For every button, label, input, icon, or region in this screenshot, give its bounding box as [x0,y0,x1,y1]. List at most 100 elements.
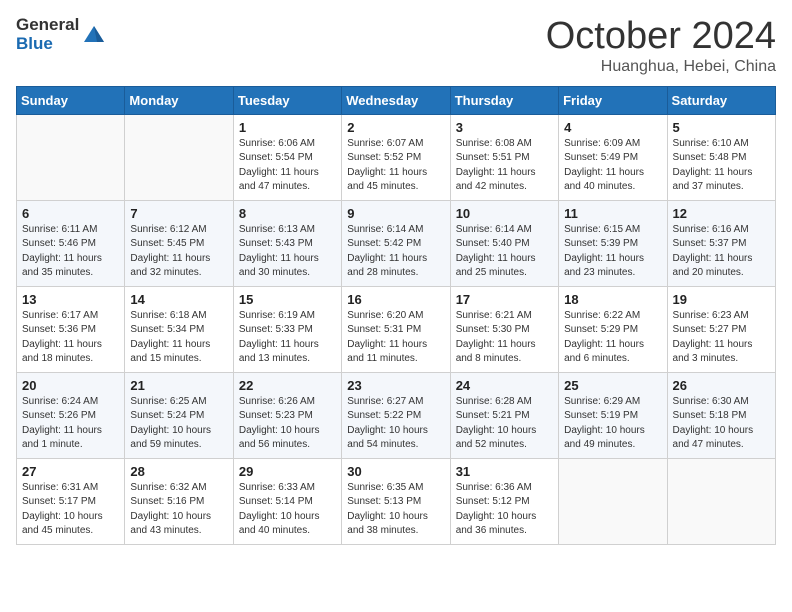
day-number: 8 [239,206,336,221]
logo-icon [83,24,105,46]
calendar-cell: 7 Sunrise: 6:12 AMSunset: 5:45 PMDaylight… [125,200,233,286]
calendar-cell: 8 Sunrise: 6:13 AMSunset: 5:43 PMDaylight… [233,200,341,286]
calendar-cell: 30 Sunrise: 6:35 AMSunset: 5:13 PMDayligh… [342,458,450,544]
calendar-cell: 22 Sunrise: 6:26 AMSunset: 5:23 PMDayligh… [233,372,341,458]
day-info: Sunrise: 6:09 AMSunset: 5:49 PMDaylight:… [564,137,661,195]
title-block: October 2024 Huanghua, Hebei, China [546,16,776,76]
day-info: Sunrise: 6:33 AMSunset: 5:14 PMDaylight:… [239,481,336,539]
calendar-week-row: 1 Sunrise: 6:06 AMSunset: 5:54 PMDaylight… [17,114,776,200]
day-info: Sunrise: 6:26 AMSunset: 5:23 PMDaylight:… [239,395,336,453]
calendar-cell: 9 Sunrise: 6:14 AMSunset: 5:42 PMDaylight… [342,200,450,286]
calendar-cell: 4Sunrise: 6:09 AMSunset: 5:49 PMDaylight… [559,114,667,200]
day-info: Sunrise: 6:14 AMSunset: 5:40 PMDaylight:… [456,223,553,281]
calendar-cell: 18Sunrise: 6:22 AMSunset: 5:29 PMDayligh… [559,286,667,372]
day-info: Sunrise: 6:06 AMSunset: 5:54 PMDaylight:… [239,137,336,195]
calendar-cell: 1 Sunrise: 6:06 AMSunset: 5:54 PMDaylight… [233,114,341,200]
calendar-cell: 14Sunrise: 6:18 AMSunset: 5:34 PMDayligh… [125,286,233,372]
calendar-cell: 31 Sunrise: 6:36 AMSunset: 5:12 PMDayligh… [450,458,558,544]
day-number: 1 [239,120,336,135]
day-number: 21 [130,378,227,393]
day-info: Sunrise: 6:31 AMSunset: 5:17 PMDaylight:… [22,481,119,539]
day-info: Sunrise: 6:17 AMSunset: 5:36 PMDaylight:… [22,309,119,367]
day-info: Sunrise: 6:30 AMSunset: 5:18 PMDaylight:… [673,395,770,453]
day-number: 23 [347,378,444,393]
day-number: 18 [564,292,661,307]
calendar-cell [125,114,233,200]
calendar-cell: 29 Sunrise: 6:33 AMSunset: 5:14 PMDayligh… [233,458,341,544]
location: Huanghua, Hebei, China [546,58,776,76]
day-info: Sunrise: 6:20 AMSunset: 5:31 PMDaylight:… [347,309,444,367]
calendar-cell: 6 Sunrise: 6:11 AMSunset: 5:46 PMDaylight… [17,200,125,286]
calendar-cell: 24Sunrise: 6:28 AMSunset: 5:21 PMDayligh… [450,372,558,458]
day-info: Sunrise: 6:13 AMSunset: 5:43 PMDaylight:… [239,223,336,281]
day-number: 3 [456,120,553,135]
day-number: 10 [456,206,553,221]
calendar-cell [667,458,775,544]
day-number: 25 [564,378,661,393]
day-number: 13 [22,292,119,307]
calendar-cell: 26 Sunrise: 6:30 AMSunset: 5:18 PMDayligh… [667,372,775,458]
calendar-cell: 20 Sunrise: 6:24 AMSunset: 5:26 PMDayligh… [17,372,125,458]
day-info: Sunrise: 6:21 AMSunset: 5:30 PMDaylight:… [456,309,553,367]
day-info: Sunrise: 6:35 AMSunset: 5:13 PMDaylight:… [347,481,444,539]
day-info: Sunrise: 6:23 AMSunset: 5:27 PMDaylight:… [673,309,770,367]
calendar-cell: 21Sunrise: 6:25 AMSunset: 5:24 PMDayligh… [125,372,233,458]
day-number: 20 [22,378,119,393]
day-number: 11 [564,206,661,221]
day-info: Sunrise: 6:14 AMSunset: 5:42 PMDaylight:… [347,223,444,281]
day-number: 15 [239,292,336,307]
calendar-week-row: 6 Sunrise: 6:11 AMSunset: 5:46 PMDaylight… [17,200,776,286]
day-number: 16 [347,292,444,307]
day-number: 30 [347,464,444,479]
calendar-cell: 2Sunrise: 6:07 AMSunset: 5:52 PMDaylight… [342,114,450,200]
day-info: Sunrise: 6:27 AMSunset: 5:22 PMDaylight:… [347,395,444,453]
day-info: Sunrise: 6:32 AMSunset: 5:16 PMDaylight:… [130,481,227,539]
weekday-header-sunday: Sunday [17,86,125,114]
day-number: 12 [673,206,770,221]
calendar-cell: 23 Sunrise: 6:27 AMSunset: 5:22 PMDayligh… [342,372,450,458]
day-number: 19 [673,292,770,307]
weekday-header-monday: Monday [125,86,233,114]
weekday-header-tuesday: Tuesday [233,86,341,114]
calendar-cell: 3 Sunrise: 6:08 AMSunset: 5:51 PMDaylight… [450,114,558,200]
day-number: 22 [239,378,336,393]
calendar-cell: 5Sunrise: 6:10 AMSunset: 5:48 PMDaylight… [667,114,775,200]
day-info: Sunrise: 6:24 AMSunset: 5:26 PMDaylight:… [22,395,119,453]
day-number: 9 [347,206,444,221]
weekday-header-saturday: Saturday [667,86,775,114]
day-number: 29 [239,464,336,479]
day-info: Sunrise: 6:19 AMSunset: 5:33 PMDaylight:… [239,309,336,367]
weekday-header-wednesday: Wednesday [342,86,450,114]
month-title: October 2024 [546,16,776,58]
day-number: 28 [130,464,227,479]
day-number: 2 [347,120,444,135]
day-number: 6 [22,206,119,221]
day-info: Sunrise: 6:16 AMSunset: 5:37 PMDaylight:… [673,223,770,281]
calendar-cell: 16 Sunrise: 6:20 AMSunset: 5:31 PMDayligh… [342,286,450,372]
calendar-week-row: 13 Sunrise: 6:17 AMSunset: 5:36 PMDayligh… [17,286,776,372]
day-number: 14 [130,292,227,307]
calendar-cell: 12 Sunrise: 6:16 AMSunset: 5:37 PMDayligh… [667,200,775,286]
day-info: Sunrise: 6:12 AMSunset: 5:45 PMDaylight:… [130,223,227,281]
weekday-header-thursday: Thursday [450,86,558,114]
day-info: Sunrise: 6:15 AMSunset: 5:39 PMDaylight:… [564,223,661,281]
logo-general: General [16,16,79,35]
weekday-header-row: SundayMondayTuesdayWednesdayThursdayFrid… [17,86,776,114]
day-number: 7 [130,206,227,221]
day-info: Sunrise: 6:11 AMSunset: 5:46 PMDaylight:… [22,223,119,281]
day-number: 26 [673,378,770,393]
day-number: 31 [456,464,553,479]
logo-blue: Blue [16,35,79,54]
logo: General Blue [16,16,105,53]
calendar-cell: 10 Sunrise: 6:14 AMSunset: 5:40 PMDayligh… [450,200,558,286]
day-number: 17 [456,292,553,307]
calendar-cell: 13 Sunrise: 6:17 AMSunset: 5:36 PMDayligh… [17,286,125,372]
calendar-cell: 19 Sunrise: 6:23 AMSunset: 5:27 PMDayligh… [667,286,775,372]
calendar-week-row: 27Sunrise: 6:31 AMSunset: 5:17 PMDayligh… [17,458,776,544]
day-info: Sunrise: 6:29 AMSunset: 5:19 PMDaylight:… [564,395,661,453]
day-number: 5 [673,120,770,135]
calendar-cell: 11 Sunrise: 6:15 AMSunset: 5:39 PMDayligh… [559,200,667,286]
day-info: Sunrise: 6:36 AMSunset: 5:12 PMDaylight:… [456,481,553,539]
page-header: General Blue October 2024 Huanghua, Hebe… [16,16,776,76]
day-info: Sunrise: 6:08 AMSunset: 5:51 PMDaylight:… [456,137,553,195]
